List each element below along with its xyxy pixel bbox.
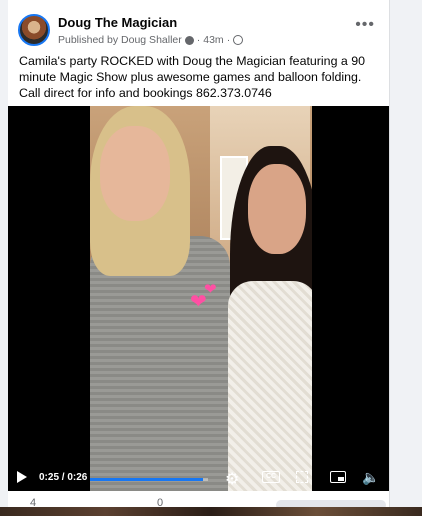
play-icon[interactable] — [17, 471, 27, 483]
page-avatar[interactable] — [18, 14, 50, 46]
picture-in-picture-icon[interactable] — [330, 471, 346, 483]
published-by-text: Published by Doug Shaller — [58, 34, 182, 46]
person-right-body — [228, 281, 312, 491]
person-right-face — [248, 164, 306, 254]
meta-separator: · — [226, 34, 231, 46]
volume-icon[interactable]: 🔈 — [362, 469, 379, 486]
page-name-link[interactable]: Doug The Magician — [58, 15, 177, 30]
person-left-face — [100, 126, 170, 221]
more-options-button[interactable]: ••• — [355, 16, 375, 34]
post-header: Doug The Magician Published by Doug Shal… — [18, 10, 379, 50]
captions-icon[interactable]: CC — [262, 471, 280, 483]
video-player[interactable]: ❤ ❤ 0:25 / 0:26 ⚙ CC 🔈 — [8, 106, 389, 491]
video-frame: ❤ ❤ — [90, 106, 312, 491]
info-icon[interactable] — [184, 35, 194, 45]
video-time: 0:25 / 0:26 — [39, 472, 88, 483]
meta-separator: · — [196, 34, 201, 46]
settings-icon[interactable]: ⚙ — [225, 469, 239, 489]
post-meta: Published by Doug Shaller · 43m · — [58, 34, 244, 46]
fullscreen-icon[interactable] — [296, 471, 308, 483]
globe-icon — [233, 35, 244, 45]
post-time[interactable]: 43m — [203, 34, 223, 46]
background-strip — [0, 507, 422, 516]
heart-sticker-icon: ❤ — [204, 281, 217, 298]
post-caption: Camila's party ROCKED with Doug the Magi… — [19, 54, 366, 100]
progress-bar[interactable] — [90, 478, 208, 481]
video-controls: 0:25 / 0:26 ⚙ CC 🔈 — [8, 465, 389, 491]
progress-fill — [90, 478, 204, 481]
